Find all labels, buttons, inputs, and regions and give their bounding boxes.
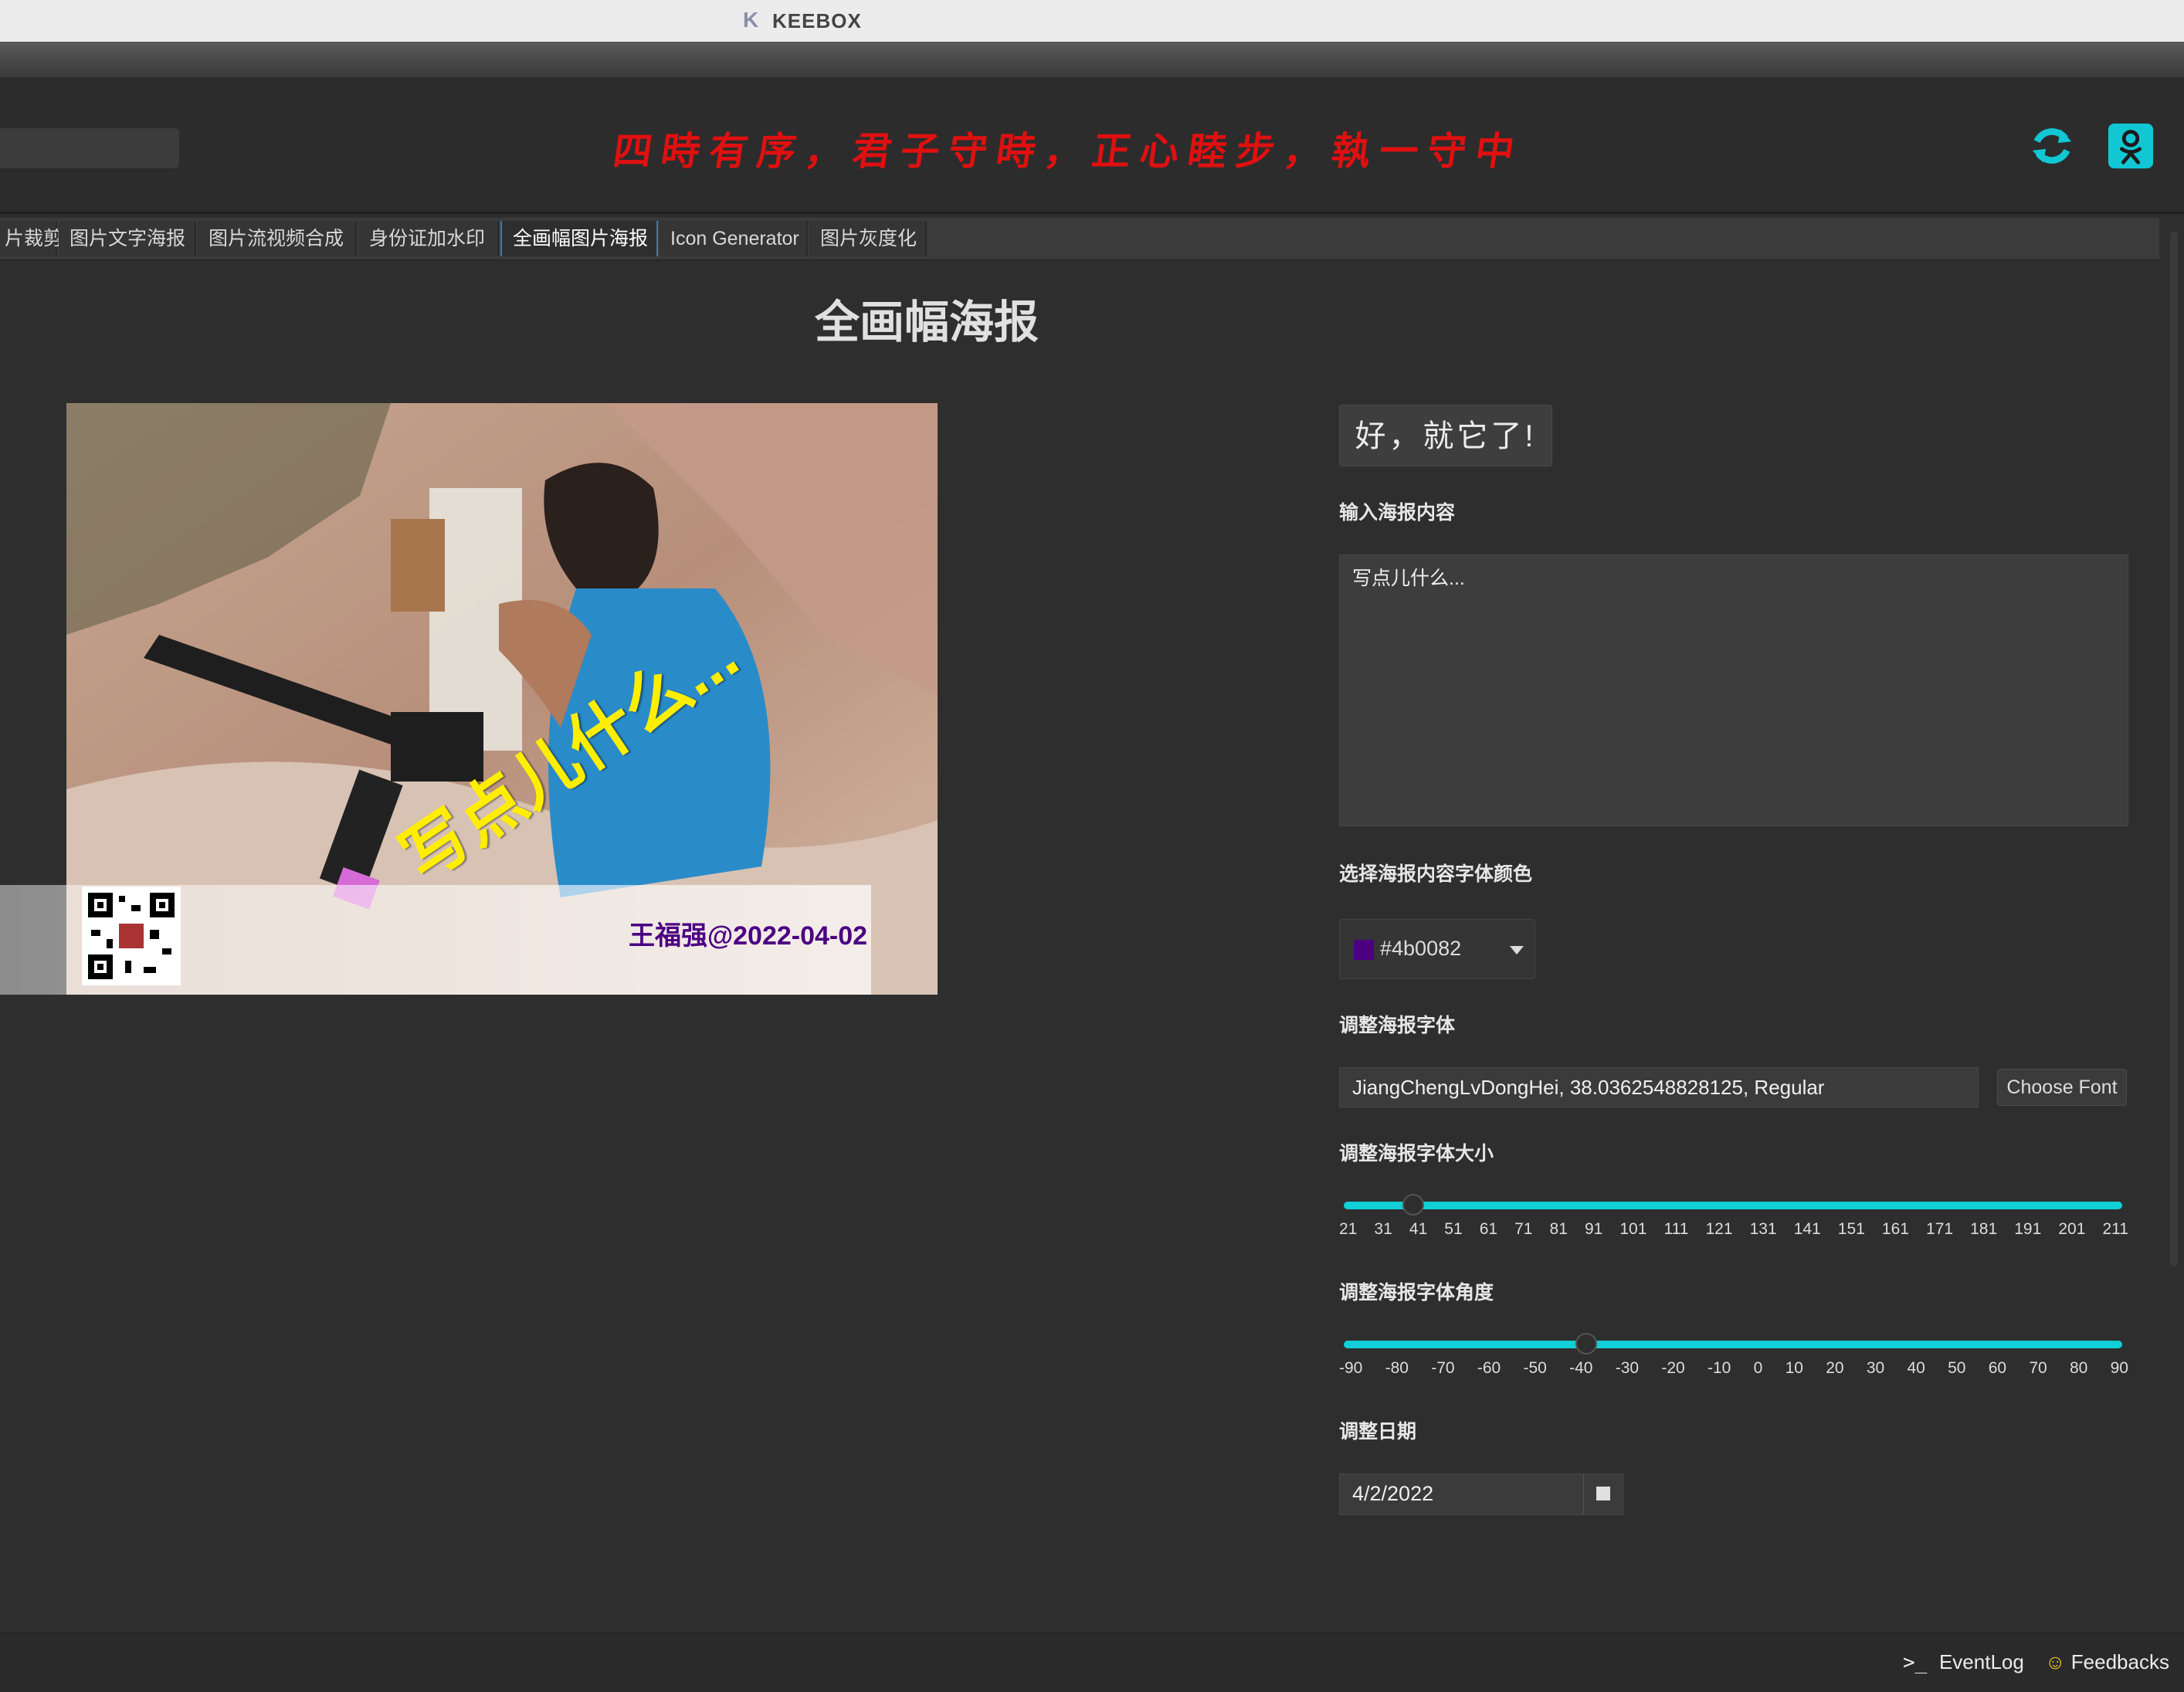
font-angle-tick: 30	[1866, 1359, 1885, 1377]
tab-image-crop[interactable]: 片裁剪	[0, 221, 63, 256]
font-size-tick: 111	[1663, 1220, 1689, 1238]
page-title: 全画幅海报	[814, 297, 1039, 348]
eventlog-label: EventLog	[1938, 1650, 2024, 1673]
color-value: #4b0082	[1380, 937, 1462, 960]
font-angle-tick: -90	[1339, 1359, 1363, 1377]
font-size-tick: 21	[1339, 1220, 1358, 1238]
font-angle-tick: -10	[1708, 1359, 1731, 1377]
font-angle-tick: 20	[1826, 1359, 1844, 1377]
poster-content-textarea[interactable]: 写点儿什么...	[1339, 554, 2128, 826]
font-angle-slider[interactable]	[1344, 1333, 2122, 1355]
font-angle-ticks: -90 -80 -70 -60 -50 -40 -30 -20 -10 0 10 20 30 40 50 60…	[1339, 1359, 2128, 1378]
font-size-tick: 161	[1881, 1220, 1909, 1238]
tab-image-grayscale[interactable]: 图片灰度化	[809, 221, 927, 256]
font-size-tick: 121	[1705, 1220, 1733, 1238]
font-angle-tick: -20	[1661, 1359, 1685, 1377]
tab-icon-generator[interactable]: Icon Generator	[660, 221, 808, 256]
poster-signature: 王福强@2022-04-02	[629, 921, 868, 951]
font-color-picker[interactable]: #4b0082	[1339, 919, 1535, 979]
tab-fullframe-poster[interactable]: 全画幅图片海报	[500, 221, 658, 256]
confirm-button[interactable]: 好，就它了!	[1339, 405, 1552, 466]
calendar-icon	[1596, 1487, 1610, 1500]
color-swatch	[1354, 940, 1374, 960]
font-size-label: 调整海报字体大小	[1339, 1143, 1494, 1165]
font-size-slider-thumb[interactable]	[1402, 1194, 1425, 1216]
font-size-tick: 81	[1549, 1220, 1568, 1238]
smiley-icon: ☺	[2045, 1650, 2066, 1673]
tab-image-video-compose[interactable]: 图片流视频合成	[198, 221, 357, 256]
choose-font-button[interactable]: Choose Font	[1997, 1069, 2127, 1106]
font-size-tick: 211	[2102, 1220, 2128, 1238]
font-size-slider[interactable]	[1344, 1194, 2122, 1216]
font-angle-slider-thumb[interactable]	[1575, 1333, 1597, 1355]
terminal-icon: >_	[1903, 1651, 1939, 1674]
font-angle-tick: 70	[2029, 1359, 2047, 1377]
font-size-tick: 191	[2014, 1220, 2042, 1238]
font-angle-tick: -60	[1477, 1359, 1501, 1377]
font-angle-tick: 0	[1753, 1359, 1763, 1377]
status-bar: >_ EventLog ☺ Feedbacks	[0, 1633, 2184, 1692]
titlebar-shadow	[0, 42, 2184, 77]
date-picker[interactable]: 4/2/2022	[1339, 1473, 1623, 1515]
font-size-tick: 101	[1619, 1220, 1647, 1238]
font-size-tick: 71	[1514, 1220, 1533, 1238]
font-size-tick: 51	[1444, 1220, 1463, 1238]
refresh-icon[interactable]	[2028, 122, 2076, 170]
font-angle-tick: 10	[1785, 1359, 1803, 1377]
font-size-tick: 181	[1970, 1220, 1998, 1238]
feedback-label: Feedbacks	[2070, 1650, 2169, 1673]
font-size-tick: 171	[1926, 1220, 1954, 1238]
vertical-scrollbar[interactable]	[2170, 232, 2178, 1266]
ok-social-icon[interactable]	[2107, 122, 2155, 170]
calendar-button[interactable]	[1583, 1474, 1623, 1514]
font-angle-tick: -80	[1385, 1359, 1409, 1377]
font-angle-tick: 80	[2069, 1359, 2088, 1377]
font-size-tick: 151	[1837, 1220, 1865, 1238]
font-size-tick: 41	[1409, 1220, 1428, 1238]
font-size-tick: 61	[1479, 1220, 1498, 1238]
font-angle-tick: -70	[1431, 1359, 1455, 1377]
font-angle-tick: -30	[1615, 1359, 1640, 1377]
font-size-tick: 31	[1374, 1220, 1392, 1238]
tab-image-text-poster[interactable]: 图片文字海报	[59, 221, 196, 256]
window-title: KEEBOX	[772, 9, 862, 32]
app-logo-icon: K	[743, 8, 759, 32]
tab-id-watermark[interactable]: 身份证加水印	[358, 221, 499, 256]
font-angle-tick: 90	[2110, 1359, 2128, 1377]
content-label: 输入海报内容	[1339, 502, 1456, 524]
eventlog-button[interactable]: >_ EventLog	[1903, 1650, 2024, 1674]
font-size-tick: 91	[1584, 1220, 1603, 1238]
font-field[interactable]: JiangChengLvDongHei, 38.0362548828125, R…	[1339, 1067, 1979, 1107]
qr-code-icon	[82, 887, 181, 985]
font-size-tick: 131	[1749, 1220, 1777, 1238]
font-angle-tick: 50	[1948, 1359, 1966, 1377]
font-angle-tick: 40	[1907, 1359, 1925, 1377]
date-value: 4/2/2022	[1352, 1482, 1434, 1505]
window-titlebar: K KEEBOX	[0, 0, 2184, 42]
font-angle-label: 调整海报字体角度	[1339, 1282, 1494, 1304]
font-size-ticks: 21 31 41 51 61 71 81 91 101 111 121 131 141 151 161 171…	[1339, 1220, 2128, 1239]
feedback-button[interactable]: ☺ Feedbacks	[2045, 1650, 2169, 1674]
tab-bar: 片裁剪 图片文字海报 图片流视频合成 身份证加水印 全画幅图片海报 Icon G…	[0, 218, 2159, 260]
font-angle-tick: -50	[1523, 1359, 1547, 1377]
font-angle-tick: -40	[1569, 1359, 1593, 1377]
app-header: 四時有序，君子守時，正心睦步，執一守中	[0, 77, 2184, 214]
font-size-tick: 201	[2058, 1220, 2086, 1238]
font-size-tick: 141	[1793, 1220, 1821, 1238]
date-label: 调整日期	[1339, 1421, 1417, 1443]
font-label: 调整海报字体	[1339, 1015, 1456, 1036]
header-slogan: 四時有序，君子守時，正心睦步，執一守中	[610, 128, 1527, 174]
color-label: 选择海报内容字体颜色	[1339, 863, 1533, 885]
font-angle-tick: 60	[1988, 1359, 2007, 1377]
chevron-down-icon	[1510, 946, 1524, 955]
